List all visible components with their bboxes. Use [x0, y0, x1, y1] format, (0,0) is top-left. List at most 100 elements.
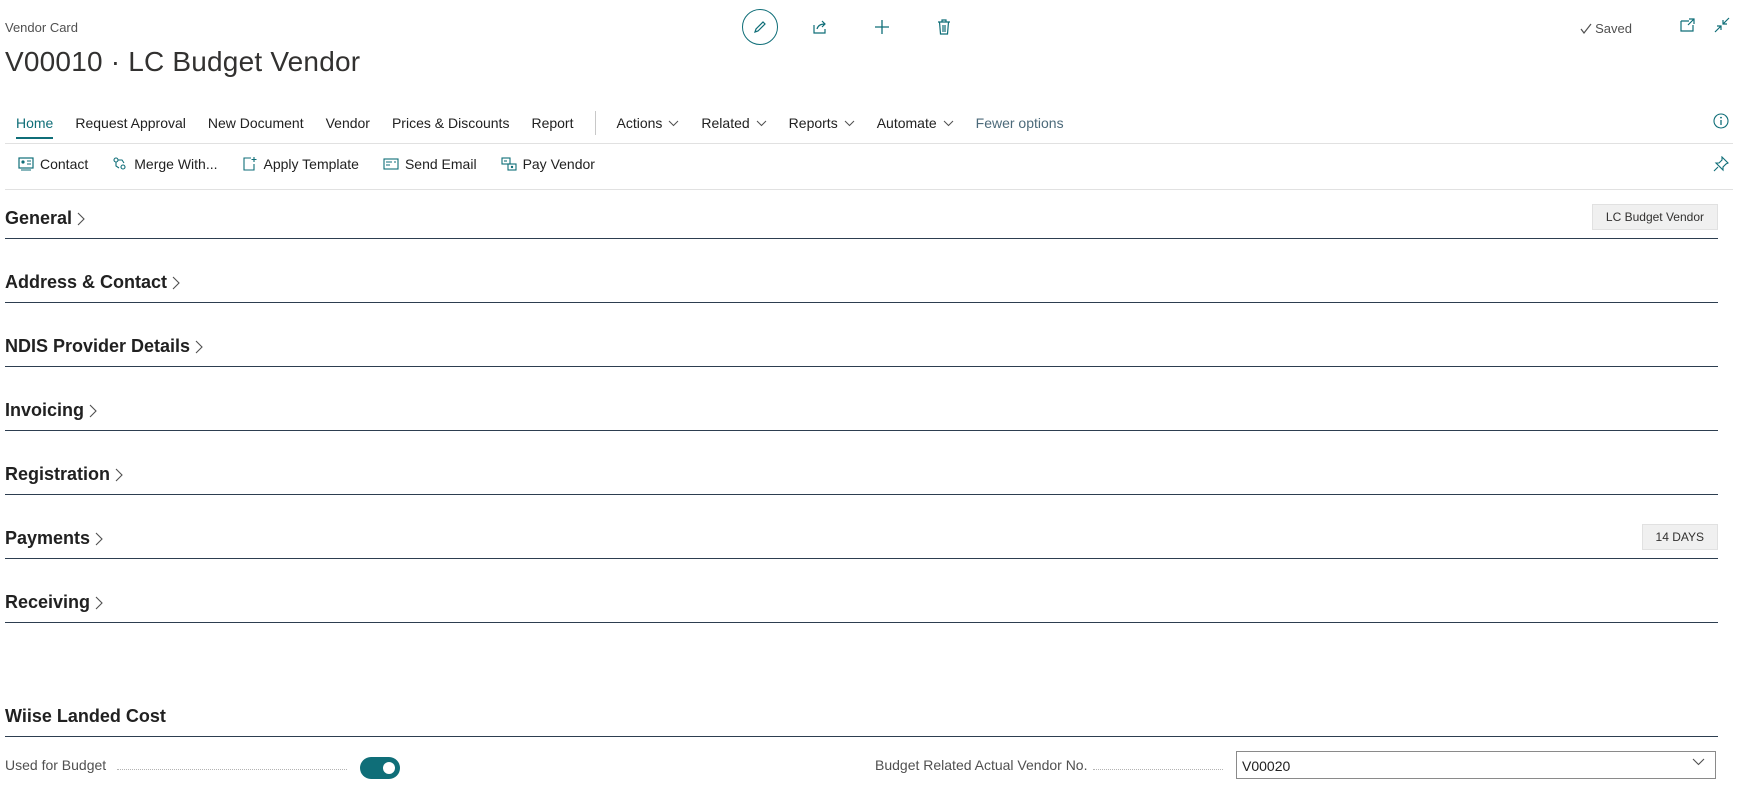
section-ndis-provider-title: NDIS Provider Details	[5, 336, 191, 356]
section-payments-title: Payments	[5, 528, 91, 548]
tab-report[interactable]: Report	[531, 115, 573, 131]
used-for-budget-leader	[117, 769, 347, 770]
section-payments[interactable]: Payments 14 DAYS	[5, 524, 1718, 559]
pay-vendor-button[interactable]: Pay Vendor	[501, 156, 595, 172]
section-ndis-provider-header[interactable]: NDIS Provider Details	[5, 336, 203, 357]
tab-request-approval[interactable]: Request Approval	[75, 115, 186, 131]
chevron-right-icon	[95, 532, 103, 545]
page-caption: Vendor Card	[5, 20, 78, 35]
menu-automate[interactable]: Automate	[877, 115, 954, 131]
template-icon	[242, 157, 256, 171]
record-actions	[742, 9, 964, 45]
chevron-right-icon	[89, 404, 97, 417]
payments-summary-badge: 14 DAYS	[1641, 524, 1718, 550]
window-controls	[1680, 17, 1730, 33]
open-new-window-icon[interactable]	[1680, 18, 1696, 32]
used-for-budget-toggle[interactable]	[360, 757, 400, 779]
menu-actions[interactable]: Actions	[616, 115, 679, 131]
section-invoicing-header[interactable]: Invoicing	[5, 400, 97, 421]
pay-vendor-label: Pay Vendor	[522, 156, 595, 172]
tab-vendor[interactable]: Vendor	[326, 115, 370, 131]
menu-divider-line	[5, 143, 1733, 144]
section-ndis-provider[interactable]: NDIS Provider Details	[5, 336, 1718, 367]
section-wiise-landed-cost[interactable]: Wiise Landed Cost	[5, 706, 1718, 737]
used-for-budget-label: Used for Budget	[5, 757, 107, 773]
page-title: V00010 · LC Budget Vendor	[5, 46, 361, 77]
delete-icon	[938, 19, 950, 35]
chevron-right-icon	[115, 468, 123, 481]
contact-button[interactable]: Contact	[18, 156, 88, 172]
share-button[interactable]	[800, 9, 840, 45]
fewer-options-button[interactable]: Fewer options	[976, 115, 1064, 131]
save-status-label: Saved	[1595, 21, 1632, 36]
section-invoicing-title: Invoicing	[5, 400, 85, 420]
section-payments-header[interactable]: Payments	[5, 528, 103, 549]
pin-button[interactable]	[1713, 155, 1729, 177]
chevron-down-icon	[1692, 758, 1705, 766]
menu-related[interactable]: Related	[701, 115, 767, 131]
section-general-header[interactable]: General	[5, 208, 85, 229]
collapse-icon[interactable]	[1714, 17, 1730, 33]
section-invoicing[interactable]: Invoicing	[5, 400, 1718, 431]
pay-icon	[501, 157, 517, 171]
section-registration[interactable]: Registration	[5, 464, 1718, 495]
chevron-down-icon	[669, 120, 679, 126]
budget-related-vendor-leader	[1093, 769, 1223, 770]
delete-button[interactable]	[924, 9, 964, 45]
section-general[interactable]: General LC Budget Vendor	[5, 204, 1718, 239]
actionbar-divider-line	[5, 189, 1733, 190]
section-receiving-header[interactable]: Receiving	[5, 592, 103, 613]
tab-home[interactable]: Home	[16, 115, 54, 139]
section-address-contact-title: Address & Contact	[5, 272, 168, 292]
edit-button[interactable]	[742, 9, 778, 45]
menu-reports[interactable]: Reports	[789, 115, 855, 131]
section-registration-title: Registration	[5, 464, 111, 484]
share-icon	[813, 20, 826, 34]
section-registration-header[interactable]: Registration	[5, 464, 123, 485]
contact-icon	[18, 157, 34, 171]
chevron-down-icon	[943, 120, 953, 126]
wiise-fields-row: Used for Budget Budget Related Actual Ve…	[5, 751, 1718, 781]
info-button[interactable]	[1713, 113, 1729, 134]
check-icon	[1580, 23, 1592, 34]
menu-related-label: Related	[701, 115, 750, 131]
section-address-contact[interactable]: Address & Contact	[5, 272, 1718, 303]
tab-new-document[interactable]: New Document	[208, 115, 304, 131]
chevron-down-icon	[756, 120, 767, 126]
apply-template-button[interactable]: Apply Template	[242, 156, 359, 172]
email-icon	[383, 158, 399, 170]
menu-divider	[595, 111, 597, 135]
budget-related-vendor-label: Budget Related Actual Vendor No.	[875, 757, 1088, 773]
send-email-button[interactable]: Send Email	[383, 156, 477, 172]
send-email-label: Send Email	[404, 156, 477, 172]
budget-related-vendor-select[interactable]: V00020	[1236, 751, 1716, 779]
save-status: Saved	[1580, 21, 1632, 36]
action-menu: Home Request Approval New Document Vendo…	[16, 111, 1086, 139]
chevron-right-icon	[195, 340, 203, 353]
toggle-knob	[383, 762, 395, 774]
chevron-down-icon	[844, 120, 855, 126]
general-summary-badge: LC Budget Vendor	[1591, 204, 1718, 230]
menu-automate-label: Automate	[876, 115, 937, 131]
chevron-right-icon	[95, 596, 103, 609]
apply-template-label: Apply Template	[263, 156, 359, 172]
tab-prices-discounts[interactable]: Prices & Discounts	[392, 115, 509, 131]
promoted-actions: Contact Merge With... Apply Template Sen…	[18, 156, 595, 172]
plus-icon	[875, 20, 889, 34]
section-address-contact-header[interactable]: Address & Contact	[5, 272, 180, 293]
pin-icon	[1713, 155, 1729, 172]
merge-with-button[interactable]: Merge With...	[112, 156, 218, 172]
budget-related-vendor-value: V00020	[1242, 758, 1291, 774]
contact-label: Contact	[40, 156, 89, 172]
info-icon	[1713, 113, 1729, 129]
edit-icon	[754, 21, 766, 33]
section-receiving[interactable]: Receiving	[5, 592, 1718, 623]
merge-icon	[113, 157, 126, 170]
chevron-right-icon	[77, 212, 85, 225]
menu-actions-label: Actions	[616, 115, 663, 131]
section-general-title: General	[5, 208, 73, 228]
section-wiise-landed-cost-header[interactable]: Wiise Landed Cost	[5, 706, 166, 727]
new-button[interactable]	[862, 9, 902, 45]
section-wiise-landed-cost-title: Wiise Landed Cost	[5, 706, 166, 726]
menu-reports-label: Reports	[788, 115, 838, 131]
